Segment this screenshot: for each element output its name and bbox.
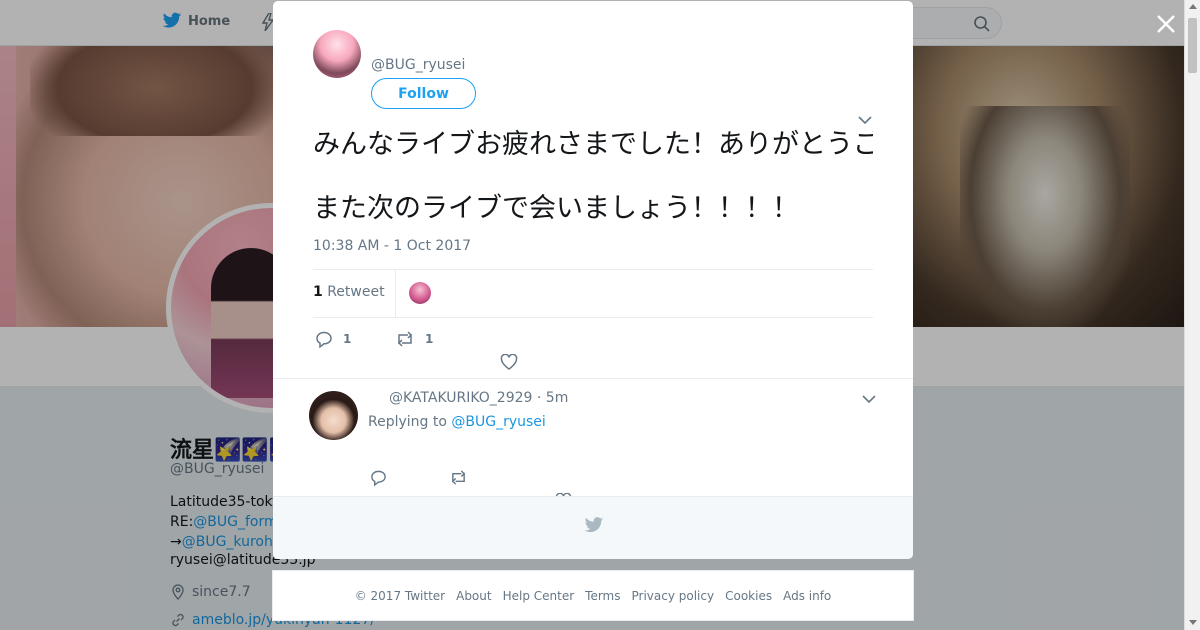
footer-link-about[interactable]: About: [456, 589, 491, 603]
retweet-count: 1: [425, 332, 434, 346]
retweet-stat-label: Retweet: [327, 284, 385, 300]
footer-copyright: © 2017 Twitter: [354, 588, 446, 603]
tweet-permalink-modal: @BUG_ryusei Follow みんなライブお疲れさまでした！ありがとうご…: [273, 1, 913, 559]
retweet-icon: [397, 331, 413, 347]
retweeter-avatar[interactable]: [409, 282, 431, 304]
retweet-button[interactable]: 1: [395, 330, 433, 348]
reply-tweet[interactable]: @KATAKURIKO_2929 · 5m Replying to @BUG_r…: [273, 378, 913, 508]
replying-to-prefix: Replying to: [368, 414, 447, 430]
reply-icon[interactable]: [370, 469, 387, 486]
close-icon[interactable]: [1153, 11, 1179, 37]
scroll-up-arrow-icon[interactable]: [1189, 4, 1197, 9]
scroll-down-arrow-icon[interactable]: [1189, 620, 1197, 625]
replying-to: Replying to @BUG_ryusei: [368, 414, 546, 430]
retweet-icon[interactable]: [449, 469, 468, 486]
footer-link-cookies[interactable]: Cookies: [725, 589, 772, 603]
tweet-stats: 1 Retweet: [313, 269, 873, 318]
chevron-down-icon[interactable]: [862, 394, 876, 404]
tweet-author-handle[interactable]: @BUG_ryusei: [371, 57, 465, 73]
scrollbar-thumb[interactable]: [1188, 18, 1197, 73]
reply-header: @KATAKURIKO_2929 · 5m: [389, 390, 568, 406]
tweet-actions: 1 1: [313, 327, 873, 375]
retweet-stat[interactable]: 1 Retweet: [313, 284, 385, 300]
replying-to-mention[interactable]: @BUG_ryusei: [451, 414, 545, 430]
footer-link-terms[interactable]: Terms: [585, 589, 620, 603]
footer-link-help-center[interactable]: Help Center: [503, 589, 575, 603]
retweet-stat-count: 1: [313, 284, 323, 300]
reply-author-avatar[interactable]: [309, 391, 358, 440]
heart-icon[interactable]: [500, 354, 518, 370]
site-footer: © 2017 Twitter About Help Center Terms P…: [272, 570, 914, 621]
modal-footer: [273, 496, 913, 559]
chevron-down-icon[interactable]: [858, 115, 872, 125]
tweet-text-line-2: また次のライブで会いましょう！！！！: [313, 193, 799, 224]
tweet-text-line-1: みんなライブお疲れさまでした！ありがとうございました: [313, 129, 873, 160]
reply-time[interactable]: · 5m: [537, 390, 568, 406]
page-scrollbar[interactable]: [1184, 0, 1200, 630]
reply-author-handle[interactable]: @KATAKURIKO_2929: [389, 390, 532, 406]
reply-count: 1: [343, 332, 352, 346]
follow-button[interactable]: Follow: [371, 78, 476, 109]
twitter-bird-icon: [584, 517, 604, 533]
reply-button[interactable]: 1: [315, 330, 351, 348]
tweet-timestamp[interactable]: 10:38 AM - 1 Oct 2017: [313, 238, 471, 254]
stats-divider: [395, 270, 396, 317]
tweet-author-avatar[interactable]: [313, 30, 361, 78]
footer-link-ads-info[interactable]: Ads info: [783, 589, 831, 603]
footer-link-privacy[interactable]: Privacy policy: [632, 589, 715, 603]
reply-icon: [316, 331, 332, 348]
